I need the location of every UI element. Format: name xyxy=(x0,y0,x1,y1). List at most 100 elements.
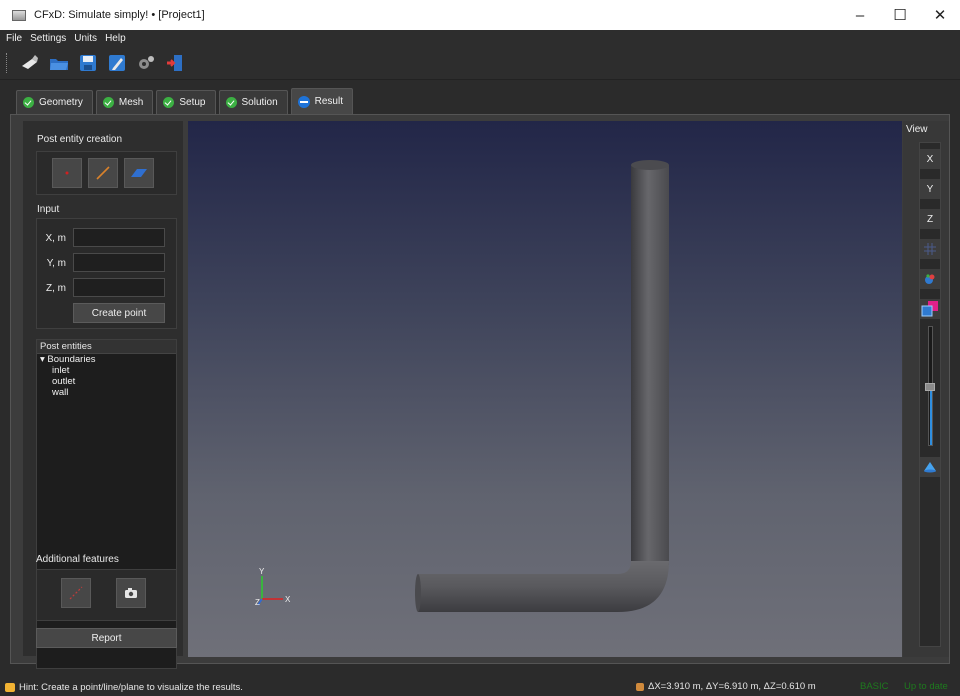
pipe-model: Y Z X xyxy=(255,160,669,612)
point-icon xyxy=(65,171,69,175)
opacity-slider-fill xyxy=(930,391,932,445)
camera-icon xyxy=(125,588,137,598)
tab-label: Solution xyxy=(241,97,278,108)
tab-label: Mesh xyxy=(118,97,144,108)
post-entity-creation-label: Post entity creation xyxy=(37,134,123,145)
y-coordinate-input[interactable] xyxy=(73,253,165,272)
view-z-button[interactable]: Z xyxy=(920,209,940,229)
model-dimensions: ΔX=3.910 m, ΔY=6.910 m, ΔZ=0.610 m xyxy=(636,681,816,692)
new-project-button[interactable] xyxy=(18,51,42,75)
mode-indicator: BASIC xyxy=(860,681,889,692)
pipe-outlet-cap xyxy=(631,160,669,170)
in-progress-icon xyxy=(297,95,310,108)
transparency-button[interactable] xyxy=(920,299,940,319)
view-x-button[interactable]: X xyxy=(920,149,940,169)
toolbar-grip[interactable] xyxy=(6,52,10,73)
create-point-tool-button[interactable] xyxy=(52,158,82,188)
pipe-inlet-cap xyxy=(415,574,421,612)
tree-node-label: Boundaries xyxy=(47,354,96,365)
view-label: View xyxy=(906,124,928,135)
additional-features-label: Additional features xyxy=(36,554,119,565)
tab-label: Geometry xyxy=(39,97,83,108)
save-button[interactable] xyxy=(76,51,100,75)
folder-icon xyxy=(50,58,68,70)
tree-node-wall[interactable]: wall xyxy=(37,387,176,398)
x-field-label: X, m xyxy=(45,233,66,244)
view-panel: View X Y Z xyxy=(903,121,949,657)
create-line-tool-button[interactable] xyxy=(88,158,118,188)
axis-z-label: Z xyxy=(255,598,260,607)
cubes-icon xyxy=(921,301,938,317)
axis-y-label: Y xyxy=(259,567,265,576)
check-icon xyxy=(163,97,175,108)
menu-bar: File Settings Units Help xyxy=(0,30,960,46)
mesh-toggle-button[interactable] xyxy=(920,239,940,259)
plane-icon xyxy=(131,169,147,177)
state-indicator: Up to date xyxy=(904,681,948,692)
menu-file[interactable]: File xyxy=(6,33,22,44)
save-as-icon xyxy=(109,54,125,71)
save-as-button[interactable] xyxy=(105,51,129,75)
workflow-tabs: Geometry Mesh Setup Solution Result xyxy=(0,80,960,114)
tree-node-boundaries[interactable]: ▾ Boundaries xyxy=(37,354,176,365)
exit-door-icon xyxy=(167,54,182,71)
exit-button[interactable] xyxy=(163,51,187,75)
view-y-button[interactable]: Y xyxy=(920,179,940,199)
pipe-vertical-segment xyxy=(631,165,669,565)
streamlines-button[interactable] xyxy=(61,578,91,608)
dimensions-icon xyxy=(636,682,644,691)
create-point-button[interactable]: Create point xyxy=(73,303,165,323)
menu-help[interactable]: Help xyxy=(105,33,126,44)
new-project-icon xyxy=(22,54,38,69)
app-icon xyxy=(12,9,26,21)
color-display-button[interactable] xyxy=(920,269,940,289)
opacity-slider-handle[interactable] xyxy=(925,383,935,391)
maximize-button[interactable]: ☐ xyxy=(880,0,920,30)
dimensions-text: ΔX=3.910 m, ΔY=6.910 m, ΔZ=0.610 m xyxy=(648,681,816,692)
tab-solution[interactable]: Solution xyxy=(218,90,288,114)
tab-result[interactable]: Result xyxy=(290,88,353,114)
title-bar: CFxD: Simulate simply! • [Project1] – ☐ … xyxy=(0,0,960,30)
3d-viewport[interactable]: Y Z X xyxy=(188,121,902,657)
y-field-label: Y, m xyxy=(46,258,66,269)
post-entities-header: Post entities xyxy=(37,340,176,354)
tab-setup[interactable]: Setup xyxy=(156,90,216,114)
status-bar: Hint: Create a point/line/plane to visua… xyxy=(0,678,960,696)
menu-units[interactable]: Units xyxy=(74,33,97,44)
minimize-button[interactable]: – xyxy=(840,0,880,30)
tab-label: Result xyxy=(314,96,343,107)
streamlines-icon xyxy=(69,586,83,600)
axis-x-label: X xyxy=(285,595,291,604)
x-coordinate-input[interactable] xyxy=(73,228,165,247)
toolbar xyxy=(0,46,960,80)
additional-features-group xyxy=(36,569,177,621)
pipe-elbow-and-horizontal-segment xyxy=(418,561,669,612)
tree-node-inlet[interactable]: inlet xyxy=(37,365,176,376)
tree-node-outlet[interactable]: outlet xyxy=(37,376,176,387)
save-icon xyxy=(80,54,96,71)
fit-view-button[interactable] xyxy=(920,457,940,477)
line-icon xyxy=(96,166,110,180)
check-icon xyxy=(225,97,237,108)
screenshot-button[interactable] xyxy=(116,578,146,608)
tab-geometry[interactable]: Geometry xyxy=(16,90,93,114)
tab-mesh[interactable]: Mesh xyxy=(95,90,154,114)
gear-icon xyxy=(139,55,154,69)
z-coordinate-input[interactable] xyxy=(73,278,165,297)
open-button[interactable] xyxy=(47,51,71,75)
post-processing-panel: Post entity creation Input X, m Y, m Z, … xyxy=(23,121,183,669)
axis-triad: Y Z X xyxy=(255,567,291,607)
report-button[interactable]: Report xyxy=(36,628,177,648)
create-plane-tool-button[interactable] xyxy=(124,158,154,188)
z-field-label: Z, m xyxy=(46,283,66,294)
window-controls: – ☐ ✕ xyxy=(840,0,960,30)
check-icon xyxy=(102,97,114,108)
hint-hand-icon xyxy=(5,682,15,692)
settings-button[interactable] xyxy=(134,51,158,75)
close-button[interactable]: ✕ xyxy=(920,0,960,30)
menu-settings[interactable]: Settings xyxy=(30,33,66,44)
tab-label: Setup xyxy=(179,97,206,108)
hint-text: Hint: Create a point/line/plane to visua… xyxy=(19,681,243,693)
window-title: CFxD: Simulate simply! • [Project1] xyxy=(34,9,205,21)
color-palette-icon xyxy=(925,274,935,284)
